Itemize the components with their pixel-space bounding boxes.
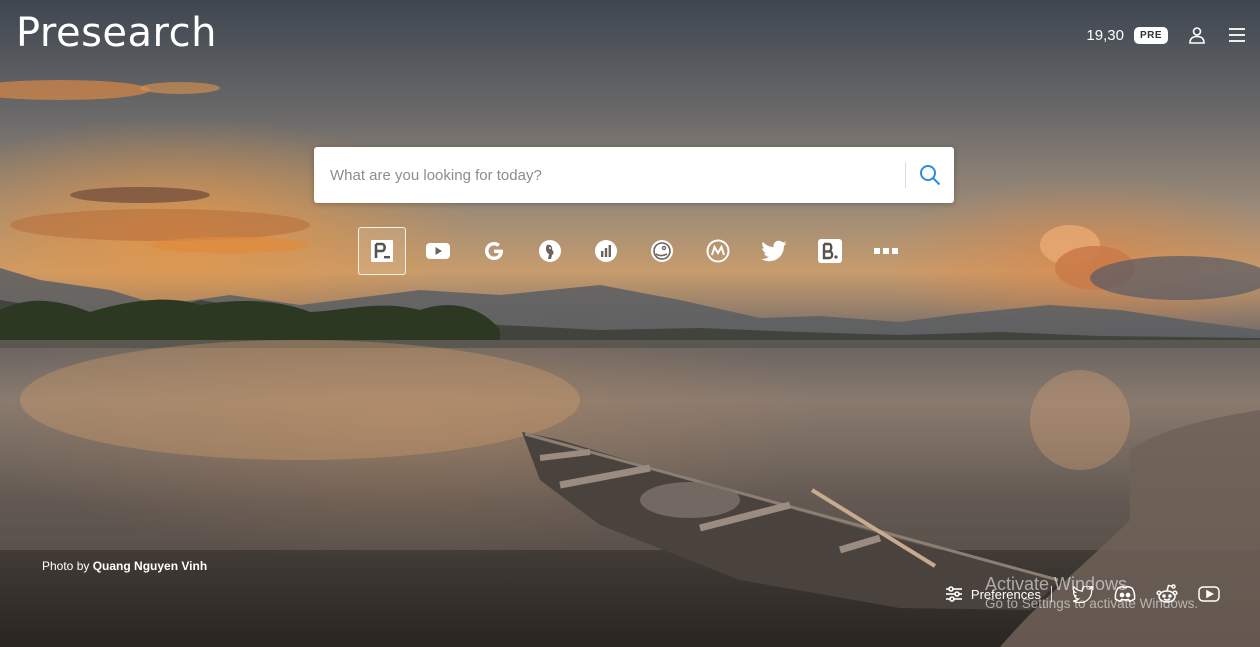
twitter-icon xyxy=(761,240,787,262)
coingecko-icon xyxy=(651,240,673,262)
discord-icon xyxy=(1114,585,1136,603)
preferences-link[interactable]: Preferences xyxy=(971,587,1041,602)
footer-bar: Preferences xyxy=(945,583,1230,605)
page-background: Presearch 19,30 PRE What are you looking… xyxy=(0,0,1260,647)
engine-coingecko[interactable] xyxy=(638,227,686,275)
youtube-icon xyxy=(1198,586,1220,602)
engine-coinmarketcap[interactable] xyxy=(582,227,630,275)
engine-coinmarket-alt[interactable] xyxy=(694,227,742,275)
coinmarketcap-icon xyxy=(595,240,617,262)
twitter-link[interactable] xyxy=(1072,583,1094,605)
search-input[interactable] xyxy=(314,147,905,203)
engine-twitter[interactable] xyxy=(750,227,798,275)
youtube-icon xyxy=(426,243,450,259)
presearch-logo[interactable]: Presearch xyxy=(16,10,217,56)
youtube-link[interactable] xyxy=(1198,583,1220,605)
photo-credit: Photo by Quang Nguyen Vinh xyxy=(42,559,207,573)
more-icon xyxy=(874,248,898,254)
photo-credit-prefix: Photo by xyxy=(42,559,90,573)
reddit-link[interactable] xyxy=(1156,583,1178,605)
engine-presearch[interactable] xyxy=(358,227,406,275)
coinmarket-alt-icon xyxy=(706,239,730,263)
top-bar: 19,30 PRE xyxy=(1086,24,1248,46)
duckduckgo-icon xyxy=(539,240,561,262)
presearch-icon xyxy=(371,240,393,262)
landscape-photo xyxy=(0,80,1260,647)
discord-link[interactable] xyxy=(1114,583,1136,605)
user-icon[interactable] xyxy=(1186,24,1208,46)
search-icon xyxy=(920,165,941,186)
engine-duckduckgo[interactable] xyxy=(526,227,574,275)
engine-more[interactable] xyxy=(862,227,910,275)
engine-booking[interactable] xyxy=(806,227,854,275)
sliders-icon[interactable] xyxy=(945,585,963,603)
photo-credit-author[interactable]: Quang Nguyen Vinh xyxy=(93,559,207,573)
search-button[interactable] xyxy=(906,147,954,203)
menu-icon[interactable] xyxy=(1226,24,1248,46)
search-box xyxy=(314,147,954,203)
reddit-icon xyxy=(1156,584,1178,603)
footer-divider xyxy=(1051,586,1052,602)
twitter-icon xyxy=(1073,585,1093,603)
engine-google[interactable] xyxy=(470,227,518,275)
engine-youtube[interactable] xyxy=(414,227,462,275)
google-icon xyxy=(485,242,503,260)
token-balance: 19,30 xyxy=(1086,26,1124,44)
booking-icon xyxy=(818,239,842,263)
search-engine-shortcuts xyxy=(358,227,910,275)
token-badge: PRE xyxy=(1133,26,1168,44)
